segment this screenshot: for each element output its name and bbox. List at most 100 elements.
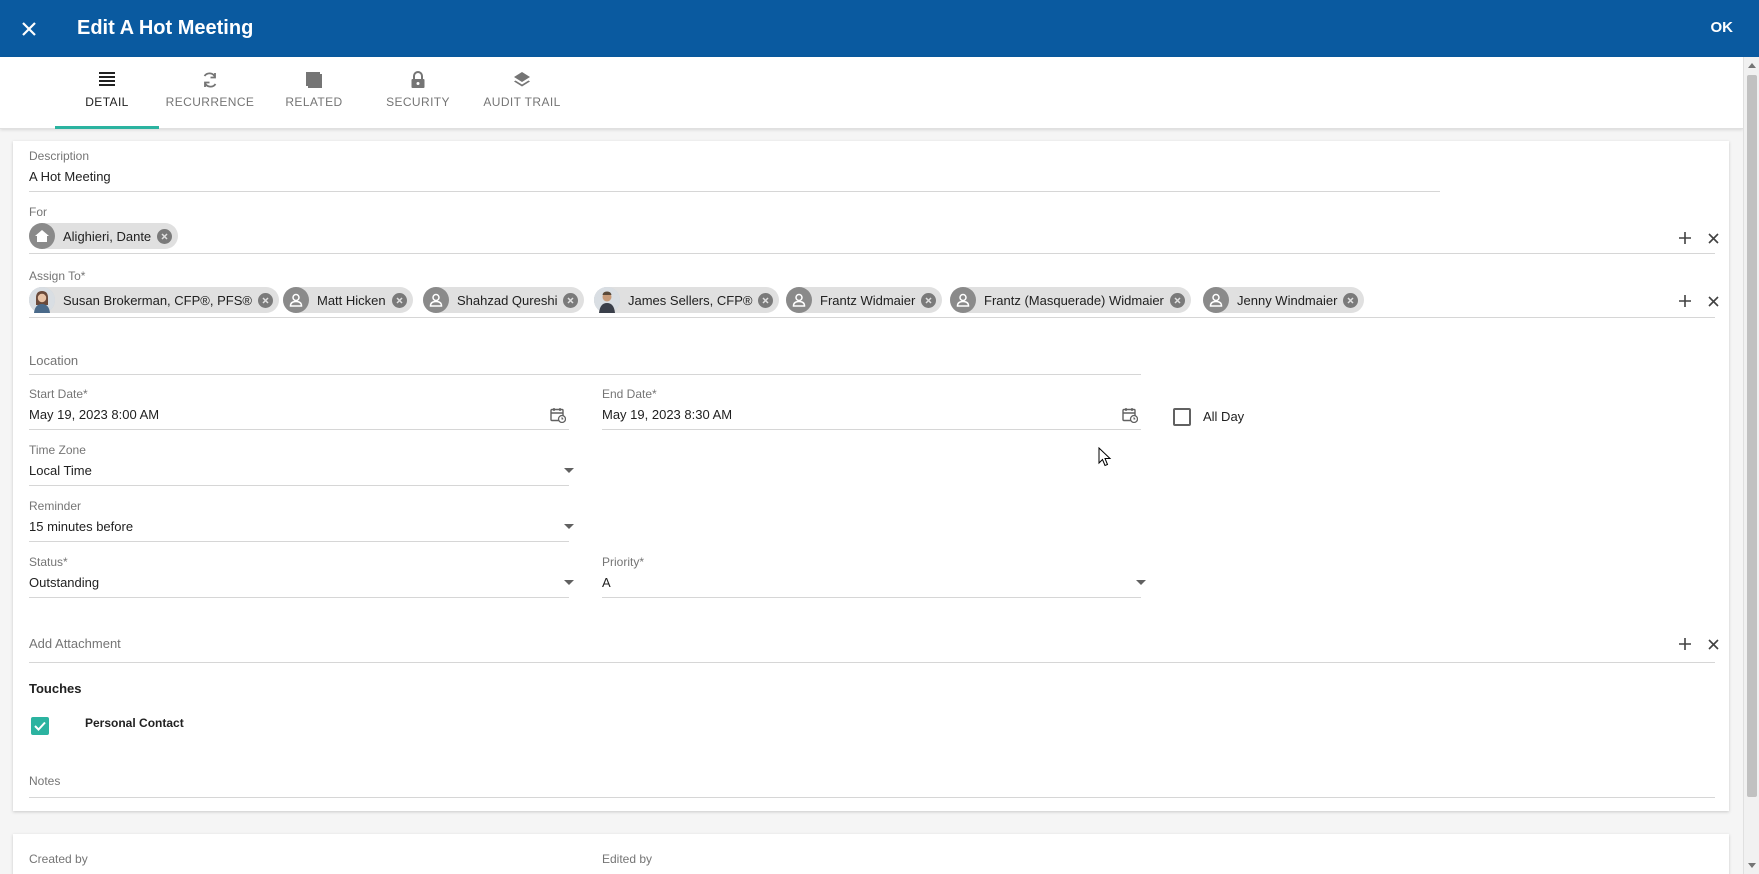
layers-icon bbox=[514, 72, 530, 87]
assignee-chip[interactable]: James Sellers, CFP® bbox=[594, 287, 780, 313]
attachment-field[interactable]: Add Attachment bbox=[29, 626, 1719, 663]
end-date-value[interactable]: May 19, 2023 8:30 AM bbox=[602, 407, 732, 422]
clear-attachment-button[interactable] bbox=[1704, 635, 1722, 653]
assignee-chip[interactable]: Shahzad Qureshi bbox=[423, 287, 585, 313]
edited-by-label: Edited by bbox=[602, 852, 653, 866]
notes-field[interactable]: Notes bbox=[29, 774, 1715, 798]
close-button[interactable] bbox=[0, 0, 58, 57]
reminder-select[interactable]: Reminder 15 minutes before bbox=[29, 499, 574, 542]
close-icon bbox=[1707, 638, 1719, 650]
remove-chip-icon[interactable] bbox=[758, 292, 774, 308]
chevron-down-icon[interactable] bbox=[564, 580, 574, 585]
scroll-up-arrow-icon[interactable] bbox=[1748, 63, 1756, 68]
clear-for-button[interactable] bbox=[1704, 229, 1722, 247]
chevron-down-icon[interactable] bbox=[1136, 580, 1146, 585]
clear-assignees-button[interactable] bbox=[1704, 292, 1722, 310]
tab-label: AUDIT TRAIL bbox=[483, 95, 561, 109]
status-value: Outstanding bbox=[29, 575, 100, 590]
remove-chip-icon[interactable] bbox=[257, 292, 273, 308]
tab-label: RELATED bbox=[285, 95, 343, 109]
chip-name: James Sellers, CFP® bbox=[628, 292, 753, 308]
add-for-button[interactable] bbox=[1676, 229, 1694, 247]
audit-info-card: Created by Edited by bbox=[13, 834, 1729, 874]
assign-to-field: Assign To* Susan Brokerman, CFP®, PFS® M… bbox=[29, 267, 1719, 318]
plus-icon bbox=[1679, 638, 1691, 650]
location-label: Location bbox=[29, 353, 79, 368]
remove-chip-icon[interactable] bbox=[157, 228, 173, 244]
tab-security[interactable]: SECURITY bbox=[366, 57, 470, 129]
person-icon bbox=[950, 287, 976, 313]
notes-label: Notes bbox=[29, 774, 61, 788]
list-icon bbox=[99, 72, 115, 86]
start-date-value[interactable]: May 19, 2023 8:00 AM bbox=[29, 407, 159, 422]
status-label: Status* bbox=[29, 555, 68, 569]
assign-to-label: Assign To* bbox=[29, 269, 86, 283]
chevron-down-icon[interactable] bbox=[564, 524, 574, 529]
chevron-down-icon[interactable] bbox=[564, 468, 574, 473]
scrollbar[interactable] bbox=[1743, 57, 1759, 874]
personal-contact-checkbox[interactable] bbox=[31, 717, 49, 735]
calendar-clock-icon[interactable] bbox=[1121, 406, 1139, 424]
lock-icon bbox=[411, 71, 425, 88]
tab-recurrence[interactable]: RECURRENCE bbox=[158, 57, 262, 129]
scrollbar-thumb[interactable] bbox=[1747, 75, 1757, 797]
chip-name: Shahzad Qureshi bbox=[457, 292, 558, 308]
add-attachment-button[interactable] bbox=[1676, 635, 1694, 653]
remove-chip-icon[interactable] bbox=[391, 292, 407, 308]
for-label: For bbox=[29, 205, 47, 219]
remove-chip-icon[interactable] bbox=[563, 292, 579, 308]
for-chip[interactable]: Alighieri, Dante bbox=[29, 223, 179, 249]
all-day-checkbox[interactable] bbox=[1173, 408, 1191, 426]
scroll-down-arrow-icon[interactable] bbox=[1748, 863, 1756, 868]
remove-chip-icon[interactable] bbox=[1169, 292, 1185, 308]
created-by-label: Created by bbox=[29, 852, 88, 866]
start-date-field[interactable]: Start Date* May 19, 2023 8:00 AM bbox=[29, 387, 569, 430]
description-label: Description bbox=[29, 149, 90, 163]
tab-detail[interactable]: DETAIL bbox=[55, 57, 159, 129]
avatar bbox=[29, 287, 55, 313]
time-zone-select[interactable]: Time Zone Local Time bbox=[29, 443, 574, 486]
status-select[interactable]: Status* Outstanding bbox=[29, 555, 574, 598]
priority-value: A bbox=[602, 575, 611, 590]
remove-chip-icon[interactable] bbox=[1343, 292, 1359, 308]
personal-contact-label: Personal Contact bbox=[85, 716, 184, 730]
chip-name: Matt Hicken bbox=[317, 292, 386, 308]
assignee-chip[interactable]: Frantz Widmaier bbox=[786, 287, 943, 313]
remove-chip-icon[interactable] bbox=[921, 292, 937, 308]
assignee-chip[interactable]: Matt Hicken bbox=[283, 287, 413, 313]
tab-label: RECURRENCE bbox=[165, 95, 255, 109]
all-day-label: All Day bbox=[1203, 409, 1245, 424]
chip-name: Frantz Widmaier bbox=[820, 292, 916, 308]
tab-label: DETAIL bbox=[85, 95, 129, 109]
calendar-clock-icon[interactable] bbox=[549, 406, 567, 424]
close-icon bbox=[1707, 232, 1719, 244]
tab-audit-trail[interactable]: AUDIT TRAIL bbox=[470, 57, 574, 129]
page-title: Edit A Hot Meeting bbox=[77, 17, 254, 39]
related-icon bbox=[306, 72, 322, 88]
mouse-cursor-icon bbox=[1098, 447, 1112, 467]
chip-name: Susan Brokerman, CFP®, PFS® bbox=[63, 292, 252, 308]
touches-heading: Touches bbox=[29, 681, 82, 696]
description-field[interactable]: Description A Hot Meeting bbox=[29, 149, 1440, 192]
ok-button[interactable]: OK bbox=[1711, 19, 1734, 36]
title-bar: Edit A Hot Meeting OK bbox=[0, 0, 1759, 57]
assignee-chip[interactable]: Susan Brokerman, CFP®, PFS® bbox=[29, 287, 279, 313]
assignee-chip[interactable]: Jenny Windmaier bbox=[1203, 287, 1365, 313]
priority-select[interactable]: Priority* A bbox=[602, 555, 1146, 598]
assignee-chip[interactable]: Frantz (Masquerade) Widmaier bbox=[950, 287, 1191, 313]
description-value[interactable]: A Hot Meeting bbox=[29, 169, 111, 184]
close-icon bbox=[22, 21, 36, 36]
chip-name: Frantz (Masquerade) Widmaier bbox=[984, 292, 1164, 308]
person-icon bbox=[283, 287, 309, 313]
tab-related[interactable]: RELATED bbox=[262, 57, 366, 129]
add-assignee-button[interactable] bbox=[1676, 292, 1694, 310]
start-date-label: Start Date* bbox=[29, 387, 88, 401]
refresh-icon bbox=[203, 72, 217, 88]
chip-name: Alighieri, Dante bbox=[63, 228, 152, 244]
end-date-label: End Date* bbox=[602, 387, 657, 401]
close-icon bbox=[1707, 295, 1719, 307]
tab-label: SECURITY bbox=[386, 95, 450, 109]
location-field[interactable]: Location bbox=[29, 351, 1141, 375]
end-date-field[interactable]: End Date* May 19, 2023 8:30 AM bbox=[602, 387, 1141, 430]
priority-label: Priority* bbox=[602, 555, 645, 569]
